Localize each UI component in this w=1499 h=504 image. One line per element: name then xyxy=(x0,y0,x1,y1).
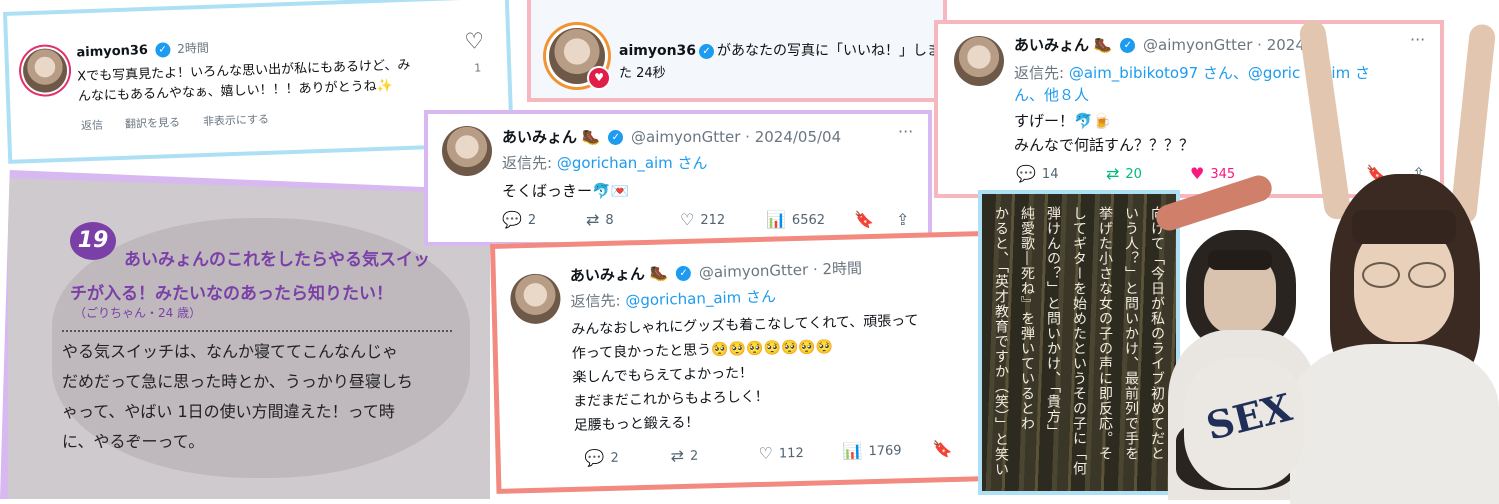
tweet-card-goods-thanks: あいみょん 🥾 ✓ @aimyonGtter · 2時間 返信先: @goric… xyxy=(490,230,997,494)
retweet-button[interactable]: ⇄ 2 xyxy=(670,445,698,466)
tweet-body-line-1: みんなおしゃれにグッズも着こなしてくれて、頑張って xyxy=(571,312,919,338)
more-options-icon[interactable]: ··· xyxy=(898,122,913,141)
heart-outline-icon: ♡ xyxy=(680,210,695,229)
tweet-body: そくばっきー🐬💌 xyxy=(502,182,630,200)
book-column-5: 弾けんの？」と問いかけ、「貴方」 xyxy=(1045,206,1061,439)
book-column-6: 純愛歌―死ね』を弾いているとわ xyxy=(1019,206,1035,431)
display-name[interactable]: あいみょん xyxy=(570,265,645,285)
tweet-header: あいみょん 🥾 ✓ @aimyonGtter · 2024 xyxy=(1014,34,1305,55)
tweet-body-line-3: 楽しんでもらえてよかった！ xyxy=(572,365,754,386)
bookmark-icon[interactable]: 🔖 xyxy=(932,439,952,459)
heart-outline-icon[interactable]: ♡ xyxy=(464,29,485,55)
handle[interactable]: @aimyonGtter xyxy=(631,128,740,146)
verified-badge-icon: ✓ xyxy=(699,43,715,59)
boot-emoji-icon: 🥾 xyxy=(649,264,669,283)
retweet-icon: ⇄ xyxy=(670,445,685,466)
like-button[interactable]: ♡ 112 xyxy=(758,443,804,464)
translate-link[interactable]: 翻訳を見る xyxy=(125,114,181,132)
tweet-header: あいみょん 🥾 ✓ @aimyonGtter · 2024/05/04 xyxy=(502,126,841,147)
tweet-header: あいみょん 🥾 ✓ @aimyonGtter · 2時間 xyxy=(570,257,863,286)
retweet-button[interactable]: ⇄ 20 xyxy=(1106,166,1142,182)
tweet-body-line-2: みんなで何話すん？？？？ xyxy=(1014,136,1195,154)
display-name[interactable]: あいみょん xyxy=(502,128,577,146)
hide-link[interactable]: 非表示にする xyxy=(203,111,270,129)
tweet-body-line-1: すげー！🐬🍺 xyxy=(1014,112,1112,130)
asker-label: （ごりちゃん・24 歳） xyxy=(74,306,202,320)
answer-line-3: ゃって、やばい 1日の使い方間違えた！って時 xyxy=(62,402,395,421)
question-line-1: あいみょんのこれをしたらやる気スイッ xyxy=(124,250,430,270)
bar-chart-icon: 📊 xyxy=(766,210,786,229)
reply-icon: 💬 xyxy=(1016,164,1036,183)
book-column-1: 向けて「今日が私のライブ初めてだと xyxy=(1149,206,1165,461)
book-column-7: かると、「英才教育ですか（笑）」と笑い xyxy=(993,206,1009,477)
avatar[interactable] xyxy=(509,273,562,325)
book-column-2: いう人？」と問いかけ、最前列で手を xyxy=(1123,206,1139,461)
reply-to-line-2[interactable]: ん、他８人 xyxy=(1014,84,1089,105)
like-button[interactable]: ♥ 345 xyxy=(1190,166,1235,182)
tweet-body-line-4: まだまだこれからもよろしく！ xyxy=(572,388,770,410)
timestamp: 2時間 xyxy=(176,40,210,56)
views-button[interactable]: 📊 6562 xyxy=(766,212,825,228)
like-button[interactable]: ♡ 212 xyxy=(680,212,725,228)
date[interactable]: · 2時間 xyxy=(813,259,863,278)
retweet-button[interactable]: ⇄ 8 xyxy=(586,212,614,228)
share-icon[interactable]: ⇪ xyxy=(896,212,909,228)
tweet-body-line-5: 足腰もっと鍛える！ xyxy=(573,414,700,434)
reply-icon: 💬 xyxy=(502,210,522,229)
verified-badge-icon: ✓ xyxy=(608,130,624,145)
reply-button[interactable]: 💬 2 xyxy=(584,448,619,468)
like-notification-card: ♥ aimyon36 ✓ があなたの写真に「いいね！」しまし た 24秒 xyxy=(527,0,947,102)
avatar[interactable] xyxy=(954,36,1004,86)
reply-to: 返信先: @gorichan_aim さん xyxy=(570,287,777,311)
reply-link[interactable]: 返信 xyxy=(81,117,104,134)
book-column-3: 挙げた小さな女の子の声に即反応。そ xyxy=(1097,206,1113,461)
display-name[interactable]: あいみょん xyxy=(1014,36,1089,54)
reply-icon: 💬 xyxy=(584,448,605,468)
verified-badge-icon: ✓ xyxy=(675,265,692,282)
reply-button[interactable]: 💬 2 xyxy=(502,212,536,228)
heart-filled-icon: ♥ xyxy=(1190,164,1205,183)
answer-line-1: やる気スイッチは、なんか寝ててこんなんじゃ xyxy=(62,342,399,361)
date[interactable]: · 2024/05/04 xyxy=(745,128,841,146)
comment-header: aimyon36 ✓ 2時間 xyxy=(76,39,209,61)
answer-line-2: だめだって急に思った時とか、うっかり昼寝しち xyxy=(62,372,413,391)
handle[interactable]: @aimyonGtter xyxy=(1143,36,1252,54)
tweet-card-sokubakki: あいみょん 🥾 ✓ @aimyonGtter · 2024/05/04 ··· … xyxy=(424,110,932,246)
handle[interactable]: @aimyonGtter xyxy=(699,261,809,282)
reply-button[interactable]: 💬 14 xyxy=(1016,166,1058,182)
verified-badge-icon: ✓ xyxy=(154,42,171,58)
book-column-4: してギターを始めたというその子に「何 xyxy=(1071,206,1087,476)
retweet-icon: ⇄ xyxy=(1106,164,1120,183)
answer-line-4: に、やるぞーって。 xyxy=(62,432,205,451)
avatar[interactable] xyxy=(22,47,68,94)
verified-badge-icon: ✓ xyxy=(1120,38,1136,53)
notification-line-1: aimyon36 ✓ があなたの写真に「いいね！」しまし xyxy=(619,43,947,59)
book-page-photo: 向けて「今日が私のライブ初めてだと いう人？」と問いかけ、最前列で手を 挙げた小… xyxy=(978,190,1180,495)
boot-emoji-icon: 🥾 xyxy=(581,128,601,146)
notification-line-2: た 24秒 xyxy=(619,66,666,81)
heart-outline-icon: ♡ xyxy=(758,443,774,464)
views-button[interactable]: 📊 1769 xyxy=(842,441,901,461)
magazine-clipping: 19 あいみょんのこれをしたらやる気スイッ チが入る！みたいなのあったら知りたい… xyxy=(0,170,490,499)
like-count: 1 xyxy=(474,61,482,75)
heart-badge-icon: ♥ xyxy=(587,66,611,90)
tweet-body-line-2: 作って良かったと思う🥺🥺🥺🥺🥺🥺🥺 xyxy=(571,339,834,362)
username[interactable]: aimyon36 xyxy=(76,43,148,60)
username[interactable]: aimyon36 xyxy=(619,43,696,59)
question-number-badge: 19 xyxy=(70,222,116,260)
question-line-2: チが入る！みたいなのあったら知りたい！ xyxy=(70,284,393,304)
bookmark-icon[interactable]: 🔖 xyxy=(854,212,874,228)
reply-to: 返信先: @gorichan_aim さん xyxy=(502,154,708,172)
avatar[interactable] xyxy=(442,126,492,176)
bar-chart-icon: 📊 xyxy=(842,441,863,461)
divider xyxy=(62,330,452,332)
person-photo-large: SEX xyxy=(1184,14,1499,504)
boot-emoji-icon: 🥾 xyxy=(1093,36,1113,54)
retweet-icon: ⇄ xyxy=(586,210,600,229)
